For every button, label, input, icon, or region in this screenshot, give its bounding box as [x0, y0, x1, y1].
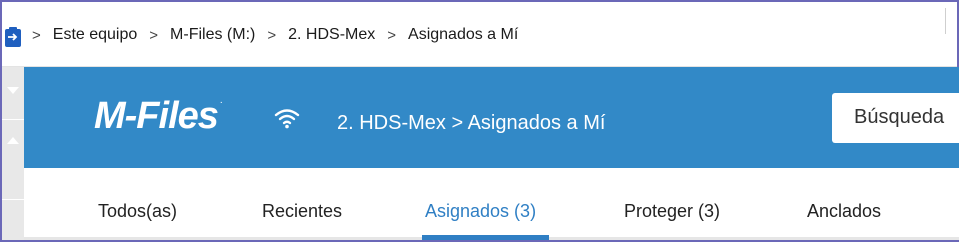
tab-recientes[interactable]: Recientes — [262, 201, 342, 222]
view-tabs: Todos(as) Recientes Asignados (3) Proteg… — [24, 168, 959, 240]
clipboard-arrow-icon[interactable] — [5, 27, 21, 47]
mfiles-logo[interactable]: M-Files. — [94, 95, 223, 138]
address-bar: > Este equipo > M-Files (M:) > 2. HDS-Me… — [2, 2, 957, 67]
chevron-up-icon[interactable] — [7, 137, 19, 144]
breadcrumb-separator: > — [32, 26, 41, 44]
chevron-down-icon[interactable] — [7, 87, 19, 94]
divider — [2, 119, 24, 120]
divider — [2, 199, 24, 200]
wifi-icon — [274, 107, 300, 129]
divider — [945, 8, 946, 34]
vault-path-title: 2. HDS-Mex > Asignados a Mí — [337, 112, 606, 134]
breadcrumb-separator: > — [387, 26, 397, 44]
breadcrumb-este-equipo[interactable]: Este equipo — [53, 26, 138, 44]
logo-text: M-Files — [94, 95, 219, 137]
breadcrumb-separator: > — [149, 26, 159, 44]
tab-anclados[interactable]: Anclados — [807, 201, 881, 222]
tab-asignados[interactable]: Asignados (3) — [425, 201, 536, 222]
breadcrumb-m-files-drive[interactable]: M-Files (M:) — [170, 26, 255, 44]
tab-proteger[interactable]: Proteger (3) — [624, 201, 720, 222]
logo-mark: . — [219, 95, 223, 106]
left-scroll-gutter[interactable] — [2, 67, 24, 240]
active-tab-indicator — [422, 235, 549, 240]
search-box[interactable]: Búsqueda — [832, 93, 959, 143]
breadcrumb-asignados[interactable]: Asignados a Mí — [408, 26, 518, 44]
tab-todos[interactable]: Todos(as) — [98, 201, 177, 222]
breadcrumb-hds-mex[interactable]: 2. HDS-Mex — [288, 26, 375, 44]
breadcrumb: > Este equipo > M-Files (M:) > 2. HDS-Me… — [32, 26, 530, 44]
breadcrumb-separator: > — [267, 26, 277, 44]
mfiles-header: M-Files. 2. HDS-Mex > Asignados a Mí Bús… — [24, 67, 959, 168]
